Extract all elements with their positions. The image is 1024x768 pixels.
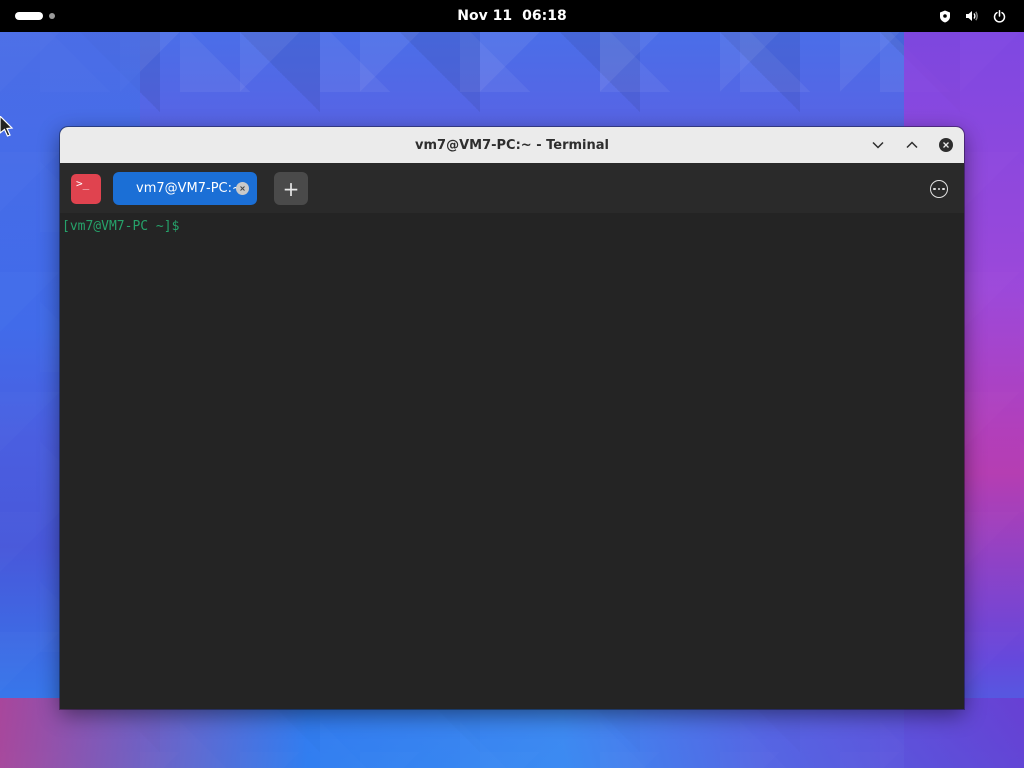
tab-label: vm7@VM7-PC:~ [136,181,243,196]
maximize-button[interactable] [902,135,922,155]
shell-prompt: [vm7@VM7-PC ~]$ [62,218,180,234]
terminal-output[interactable]: [vm7@VM7-PC ~]$ [60,213,964,709]
terminal-app-glyph: >_ [76,177,90,190]
more-options-icon[interactable] [930,180,948,198]
system-tray[interactable] [939,9,1024,23]
new-tab-button[interactable]: + [274,172,308,205]
shield-icon[interactable] [939,10,951,23]
window-title: vm7@VM7-PC:~ - Terminal [415,137,609,153]
close-icon [240,186,245,191]
close-button[interactable] [936,135,956,155]
volume-icon[interactable] [965,10,979,22]
terminal-window: vm7@VM7-PC:~ - Terminal >_ vm7@VM7-PC:~ [60,127,964,709]
close-icon [939,138,953,152]
tab-active[interactable]: vm7@VM7-PC:~ [113,172,257,205]
window-controls [868,127,956,163]
plus-icon: + [282,176,300,201]
tab-close-button[interactable] [236,182,249,195]
minimize-button[interactable] [868,135,888,155]
clock-time[interactable]: 06:18 [522,8,567,24]
tab-bar: >_ vm7@VM7-PC:~ + [60,163,964,213]
window-titlebar[interactable]: vm7@VM7-PC:~ - Terminal [60,127,964,163]
clock-date[interactable]: Nov 11 [457,8,512,24]
workspace-dot-icon [49,13,55,19]
activities-button[interactable] [0,12,55,20]
minimize-icon [872,141,884,149]
terminal-app-icon[interactable]: >_ [71,174,101,204]
mouse-cursor-icon [0,115,14,144]
clock: Nov 11 06:18 [0,0,1024,32]
maximize-icon [906,141,918,149]
prompt-line: [vm7@VM7-PC ~]$ [62,217,962,235]
power-icon[interactable] [993,9,1006,23]
top-bar: Nov 11 06:18 [0,0,1024,32]
activities-pill-icon [15,12,43,20]
